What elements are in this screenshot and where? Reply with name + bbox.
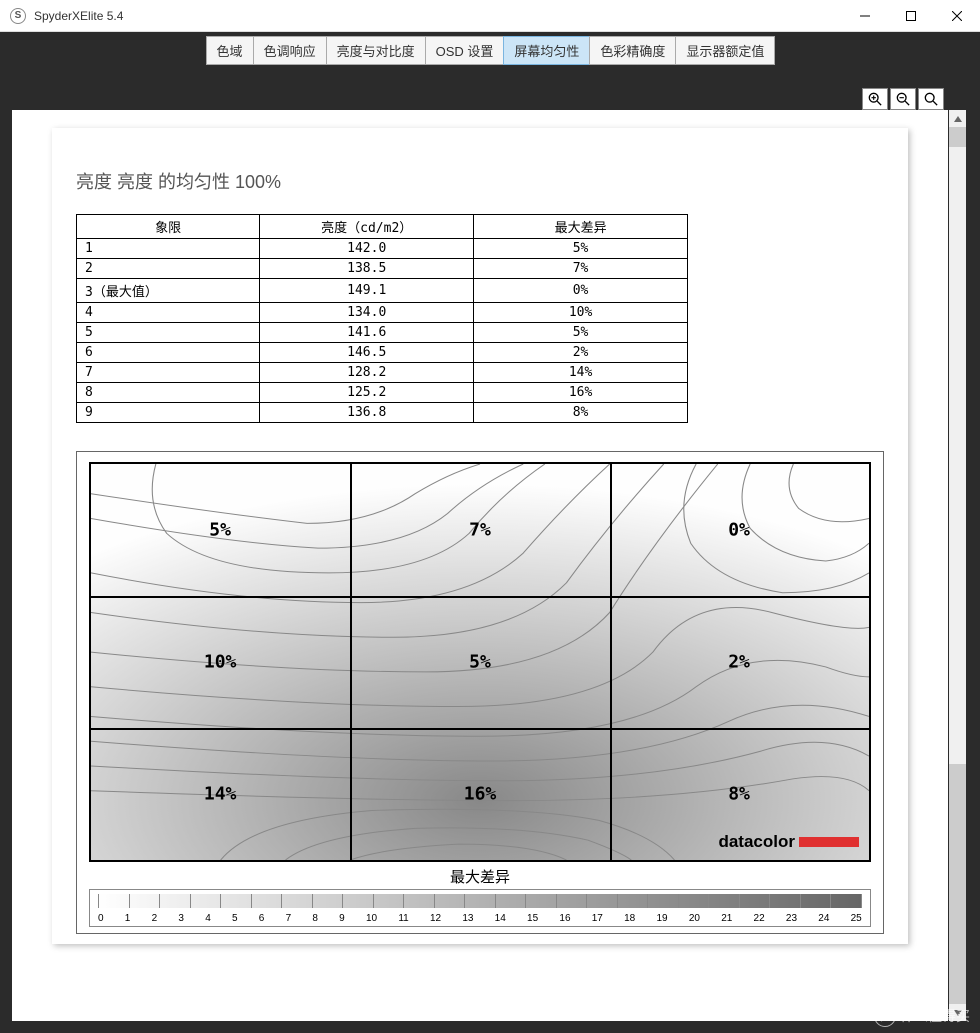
report-title: 亮度 亮度 的均匀性 100% [76,168,888,194]
table-row: 7128.214% [77,363,688,383]
table-row: 4134.010% [77,303,688,323]
legend-tick: 2 [152,913,158,924]
legend-tick: 22 [754,913,765,924]
uniformity-chart: datacolor 5%7%0%10%5%2%14%16%8% 最大差异 012… [76,451,884,934]
legend-tick: 17 [592,913,603,924]
grid-cell-label: 0% [728,519,750,540]
table-row: 5141.65% [77,323,688,343]
content-area: 色域色调响应亮度与对比度OSD 设置屏幕均匀性色彩精确度显示器额定值 亮度 亮度… [0,32,980,1033]
tab-4[interactable]: 屏幕均匀性 [503,36,590,65]
chart-caption: 最大差异 [89,866,871,887]
legend-tick: 4 [205,913,211,924]
table-row: 8125.216% [77,383,688,403]
zoom-out-button[interactable] [890,88,916,110]
legend-tick: 23 [786,913,797,924]
grid-cell-label: 10% [204,652,237,673]
legend-tick: 25 [851,913,862,924]
legend-tick: 15 [527,913,538,924]
watermark: 值 什么值得买 [874,1005,970,1027]
legend-tick: 20 [689,913,700,924]
zoom-toolbar [862,88,944,110]
legend-tick: 8 [312,913,318,924]
legend-tick: 21 [721,913,732,924]
legend-tick: 14 [495,913,506,924]
scrollbar-thumb[interactable] [949,127,966,147]
tab-bar: 色域色调响应亮度与对比度OSD 设置屏幕均匀性色彩精确度显示器额定值 [0,32,980,65]
grid-cell-label: 5% [209,519,231,540]
tab-1[interactable]: 色调响应 [253,36,327,65]
scrollbar-thumb-lower[interactable] [949,764,966,1004]
minimize-button[interactable] [842,1,888,31]
legend-tick: 10 [366,913,377,924]
legend-tick: 1 [125,913,131,924]
legend-tick: 9 [339,913,345,924]
legend-tick: 3 [178,913,184,924]
app-icon: S [10,8,26,24]
legend-tick: 7 [286,913,292,924]
grid-cell-label: 2% [728,652,750,673]
legend-tick: 24 [818,913,829,924]
tab-3[interactable]: OSD 设置 [425,36,505,65]
table-row: 6146.52% [77,343,688,363]
tab-2[interactable]: 亮度与对比度 [326,36,426,65]
report-canvas: 亮度 亮度 的均匀性 100% 象限亮度（cd/m2）最大差异 1142.05%… [12,110,948,1021]
tab-0[interactable]: 色域 [206,36,254,65]
legend-tick: 16 [559,913,570,924]
grid-cell-label: 14% [204,783,237,804]
tab-5[interactable]: 色彩精确度 [589,36,676,65]
legend-tick: 18 [624,913,635,924]
maximize-button[interactable] [888,1,934,31]
vertical-scrollbar[interactable] [949,110,966,1021]
legend-tick: 11 [398,913,408,924]
table-row: 2138.57% [77,259,688,279]
grid-cell-label: 8% [728,783,750,804]
window-titlebar: S SpyderXElite 5.4 [0,0,980,32]
table-header: 象限 [77,215,260,239]
zoom-in-button[interactable] [862,88,888,110]
grid-cell-label: 5% [469,652,491,673]
grid-cell-label: 7% [469,519,491,540]
report-page: 亮度 亮度 的均匀性 100% 象限亮度（cd/m2）最大差异 1142.05%… [52,128,908,944]
zoom-fit-button[interactable] [918,88,944,110]
uniformity-table: 象限亮度（cd/m2）最大差异 1142.05%2138.57%3（最大值）14… [76,214,688,423]
legend-tick: 13 [462,913,473,924]
close-button[interactable] [934,1,980,31]
table-header: 最大差异 [474,215,688,239]
legend-tick: 5 [232,913,238,924]
table-header: 亮度（cd/m2） [260,215,474,239]
window-title: SpyderXElite 5.4 [34,9,842,23]
legend-tick: 12 [430,913,441,924]
grid-cell-label: 16% [464,783,497,804]
scroll-up-icon[interactable] [949,110,966,127]
datacolor-brand: datacolor [718,832,859,852]
table-row: 1142.05% [77,239,688,259]
tab-6[interactable]: 显示器额定值 [675,36,775,65]
color-legend: 0123456789101112131415161718192021222324… [89,889,871,927]
legend-tick: 6 [259,913,265,924]
legend-tick: 19 [656,913,667,924]
legend-tick: 0 [98,913,104,924]
uniformity-heatmap: datacolor 5% 7% 0% 10% 5% 2% 14% 16% 8% [89,462,871,862]
table-row: 9136.88% [77,403,688,423]
table-row: 3（最大值）149.10% [77,279,688,303]
